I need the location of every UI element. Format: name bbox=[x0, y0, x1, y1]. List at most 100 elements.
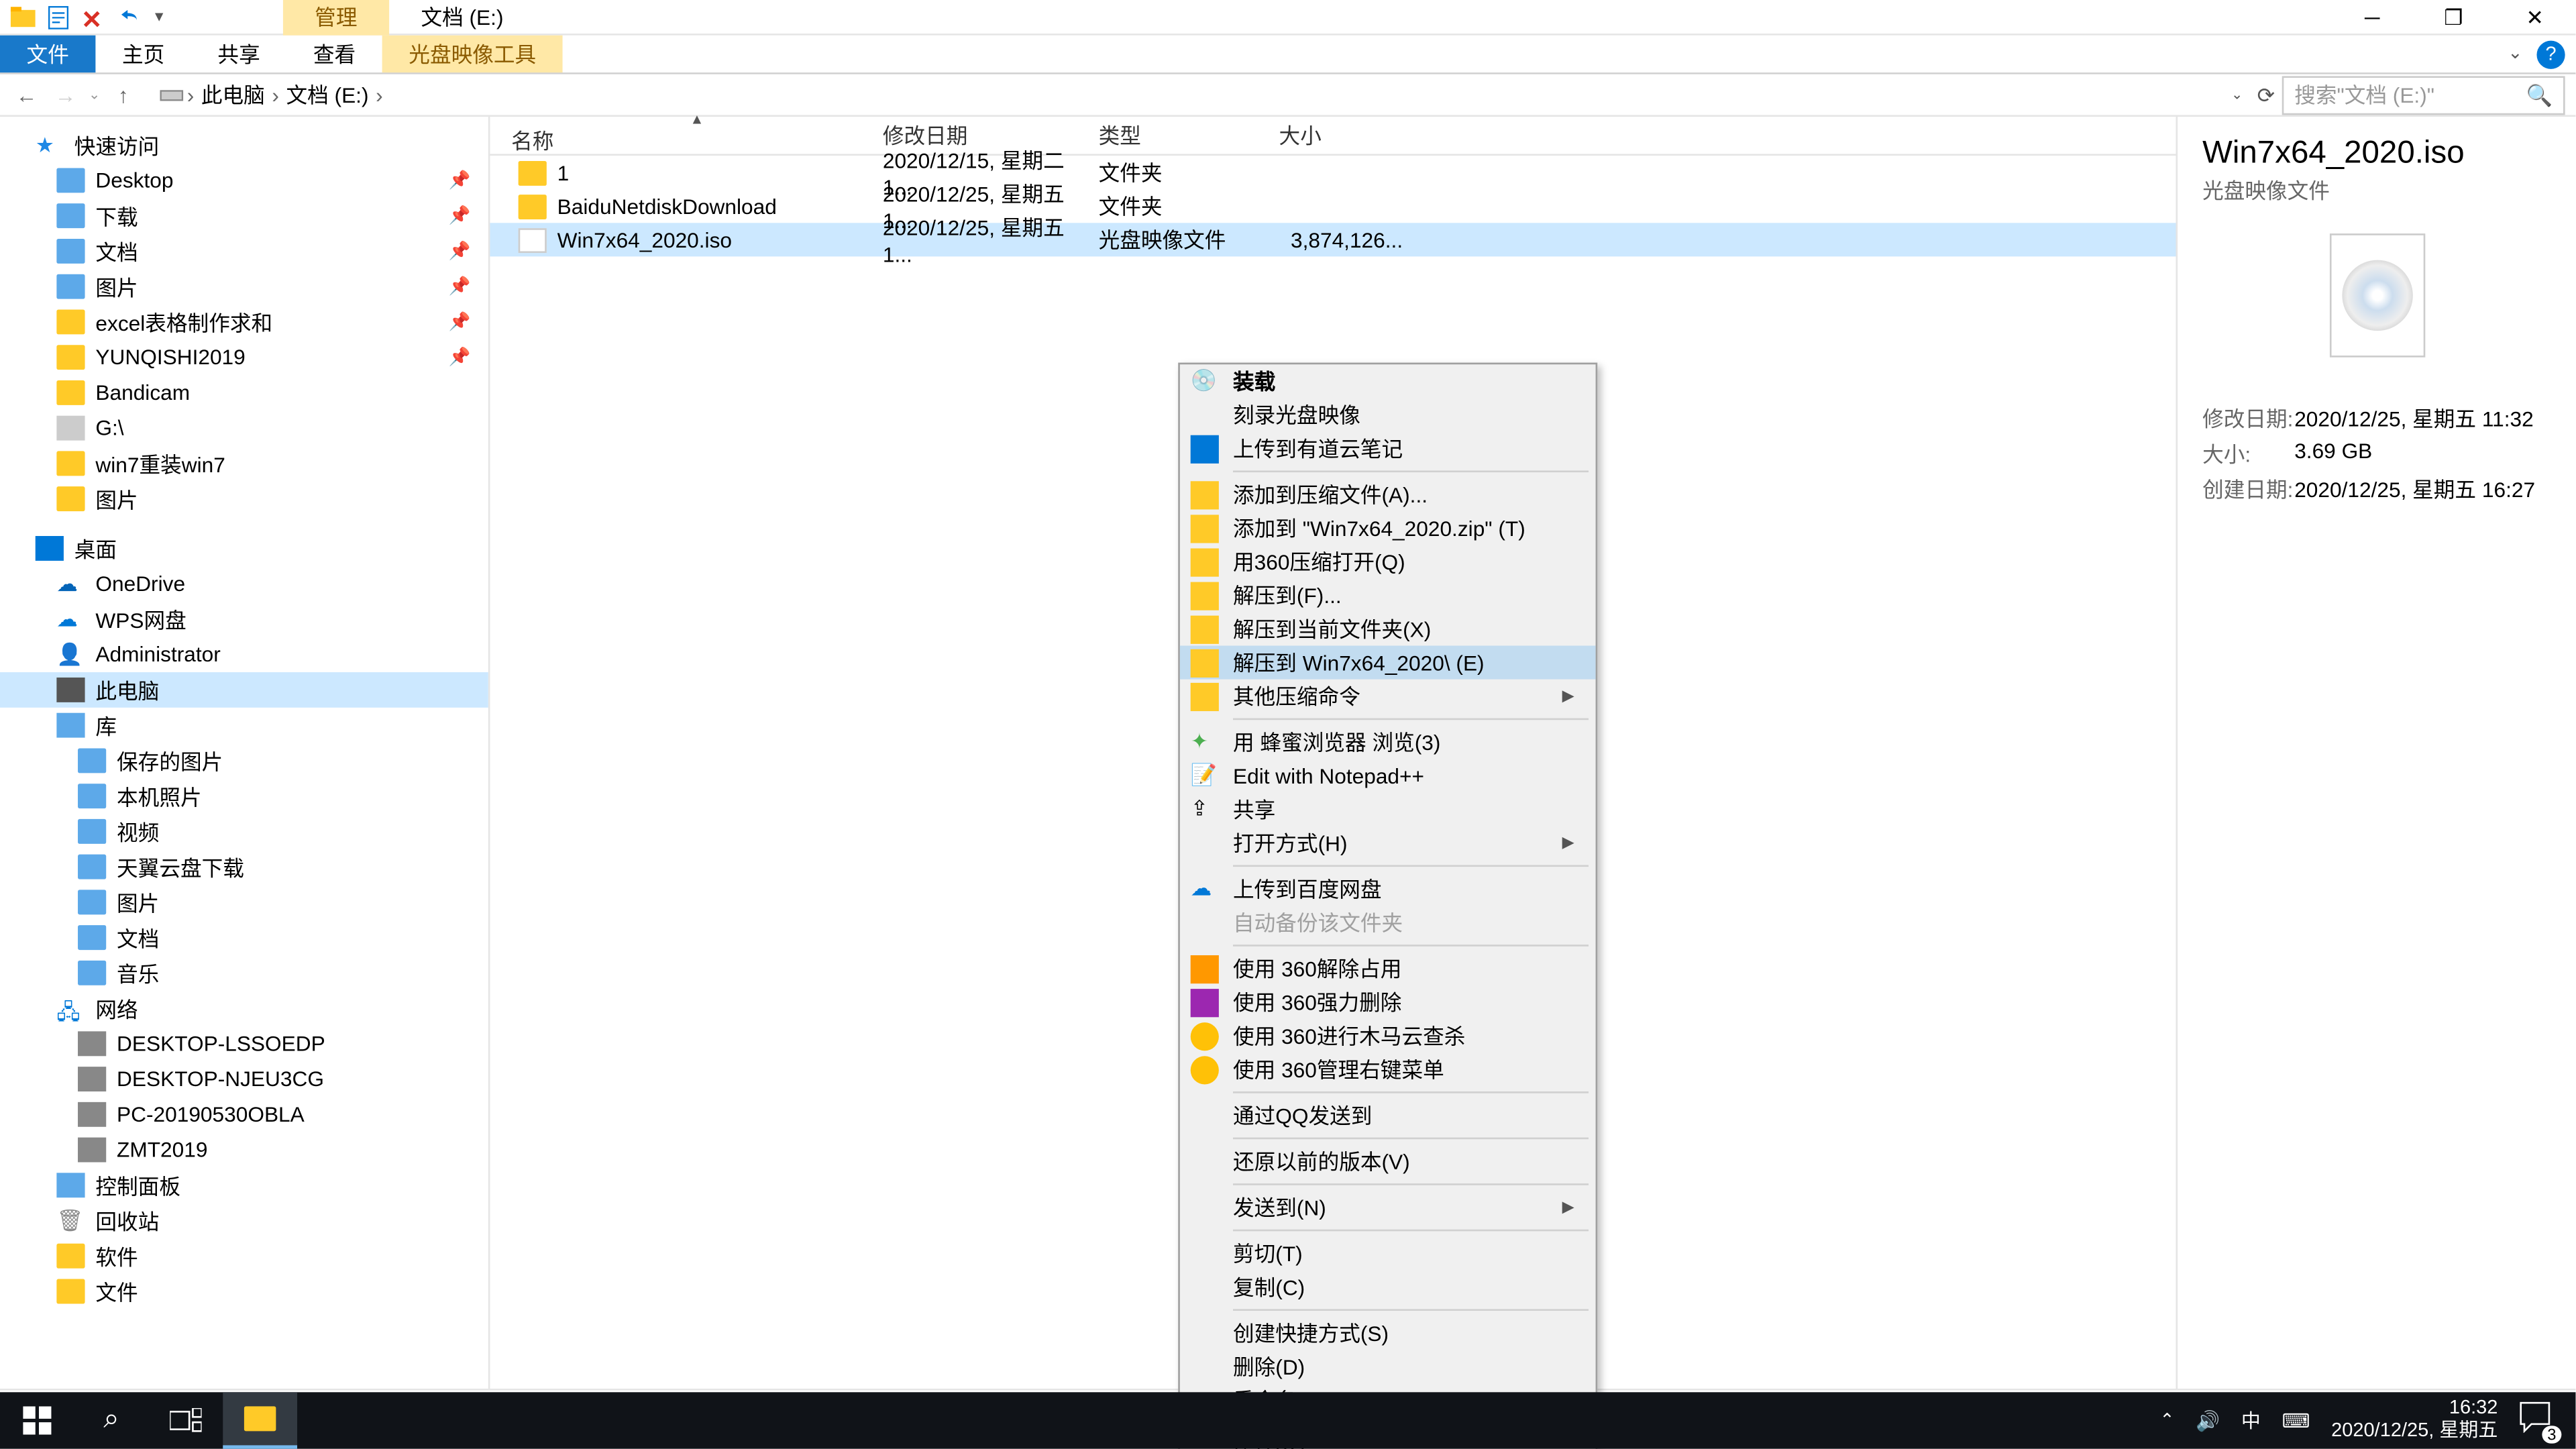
tree-excel[interactable]: excel表格制作求和📌 bbox=[0, 305, 488, 340]
ctx-add-archive[interactable]: 添加到压缩文件(A)... bbox=[1180, 478, 1596, 511]
chevron-right-icon[interactable]: › bbox=[272, 83, 279, 107]
ctx-share[interactable]: ⇪共享 bbox=[1180, 792, 1596, 826]
address-dropdown-icon[interactable]: ⌄ bbox=[2231, 87, 2243, 103]
ctx-360-forcedel[interactable]: 使用 360强力删除 bbox=[1180, 985, 1596, 1019]
ribbon-tab-share[interactable]: 共享 bbox=[191, 36, 286, 72]
tree-software[interactable]: 软件 bbox=[0, 1238, 488, 1274]
tree-pc2[interactable]: DESKTOP-NJEU3CG bbox=[0, 1061, 488, 1097]
properties-icon[interactable] bbox=[46, 5, 71, 30]
ime-indicator[interactable]: 中 bbox=[2241, 1406, 2261, 1434]
maximize-button[interactable]: ❐ bbox=[2413, 0, 2494, 34]
tree-pc3[interactable]: PC-20190530OBLA bbox=[0, 1097, 488, 1132]
ctx-360-unlock[interactable]: 使用 360解除占用 bbox=[1180, 952, 1596, 985]
ctx-copy[interactable]: 复制(C) bbox=[1180, 1270, 1596, 1303]
search-input[interactable]: 搜索"文档 (E:)" 🔍 bbox=[2282, 75, 2565, 114]
tree-thispc[interactable]: 此电脑 bbox=[0, 672, 488, 708]
ctx-open-360zip[interactable]: 用360压缩打开(Q) bbox=[1180, 545, 1596, 578]
tree-yunqishi[interactable]: YUNQISHI2019📌 bbox=[0, 339, 488, 375]
ribbon-expand-icon[interactable]: ⌄ bbox=[2508, 44, 2522, 64]
tree-downloads[interactable]: 下载📌 bbox=[0, 198, 488, 233]
ctx-send-to[interactable]: 发送到(N)▶ bbox=[1180, 1191, 1596, 1224]
ime-icon[interactable]: ⌨ bbox=[2282, 1409, 2310, 1432]
clock[interactable]: 16:32 2020/12/25, 星期五 bbox=[2331, 1397, 2498, 1444]
undo-icon[interactable] bbox=[117, 5, 142, 30]
tree-videos[interactable]: 视频 bbox=[0, 814, 488, 849]
search-button[interactable]: ⌕ bbox=[74, 1392, 149, 1448]
nav-forward-button[interactable]: → bbox=[50, 78, 81, 110]
tree-music[interactable]: 音乐 bbox=[0, 955, 488, 991]
ctx-extract-to[interactable]: 解压到(F)... bbox=[1180, 578, 1596, 612]
contextual-tab-manage[interactable]: 管理 bbox=[283, 0, 389, 36]
ctx-burn[interactable]: 刻录光盘映像 bbox=[1180, 398, 1596, 431]
tree-documents[interactable]: 文档📌 bbox=[0, 233, 488, 269]
tree-camera-roll[interactable]: 本机照片 bbox=[0, 778, 488, 814]
tree-tianyi[interactable]: 天翼云盘下载 bbox=[0, 849, 488, 885]
table-row[interactable]: BaiduNetdiskDownload 2020/12/25, 星期五 1..… bbox=[490, 189, 2176, 223]
tree-saved-pics[interactable]: 保存的图片 bbox=[0, 743, 488, 779]
ctx-shortcut[interactable]: 创建快捷方式(S) bbox=[1180, 1316, 1596, 1350]
ctx-restore-prev[interactable]: 还原以前的版本(V) bbox=[1180, 1144, 1596, 1178]
ctx-extract-here[interactable]: 解压到当前文件夹(X) bbox=[1180, 612, 1596, 645]
tree-gdrive[interactable]: G:\ bbox=[0, 411, 488, 446]
close-button[interactable]: ✕ bbox=[2494, 0, 2575, 34]
help-icon[interactable]: ? bbox=[2536, 40, 2565, 68]
nav-up-button[interactable]: ↑ bbox=[107, 78, 139, 110]
delete-icon[interactable]: ✕ bbox=[81, 5, 106, 30]
ctx-add-zip[interactable]: 添加到 "Win7x64_2020.zip" (T) bbox=[1180, 511, 1596, 545]
tree-pc4[interactable]: ZMT2019 bbox=[0, 1132, 488, 1168]
tree-library[interactable]: 库 bbox=[0, 708, 488, 743]
tree-pictures2[interactable]: 图片 bbox=[0, 481, 488, 517]
crumb-thispc[interactable]: 此电脑 bbox=[198, 80, 269, 110]
tree-network[interactable]: 🖧网络 bbox=[0, 991, 488, 1026]
ribbon-tab-file[interactable]: 文件 bbox=[0, 36, 95, 72]
tree-desktop[interactable]: Desktop📌 bbox=[0, 163, 488, 199]
breadcrumb[interactable]: › 此电脑 › 文档 (E:) › bbox=[146, 75, 2224, 114]
ctx-360-trojan[interactable]: 使用 360进行木马云查杀 bbox=[1180, 1019, 1596, 1053]
nav-recent-dropdown[interactable]: ⌄ bbox=[89, 87, 101, 103]
tree-bandicam[interactable]: Bandicam bbox=[0, 375, 488, 411]
ctx-qq-send[interactable]: 通过QQ发送到 bbox=[1180, 1099, 1596, 1132]
ctx-mount[interactable]: 💿装载 bbox=[1180, 364, 1596, 398]
ctx-extract-named[interactable]: 解压到 Win7x64_2020\ (E) bbox=[1180, 646, 1596, 680]
ctx-other-zip[interactable]: 其他压缩命令▶ bbox=[1180, 680, 1596, 713]
col-header-type[interactable]: 类型 bbox=[1099, 120, 1279, 150]
minimize-button[interactable]: ─ bbox=[2332, 0, 2413, 34]
tree-documents2[interactable]: 文档 bbox=[0, 920, 488, 955]
notification-center[interactable]: 3 bbox=[2519, 1401, 2558, 1440]
ctx-edit-npp[interactable]: 📝Edit with Notepad++ bbox=[1180, 759, 1596, 792]
ctx-cut[interactable]: 剪切(T) bbox=[1180, 1236, 1596, 1270]
refresh-icon[interactable]: ⟳ bbox=[2257, 83, 2275, 107]
table-row[interactable]: 1 2020/12/15, 星期二 1... 文件夹 bbox=[490, 156, 2176, 189]
chevron-right-icon[interactable]: › bbox=[187, 83, 195, 107]
tree-pictures[interactable]: 图片📌 bbox=[0, 269, 488, 305]
chevron-right-icon[interactable]: › bbox=[376, 83, 383, 107]
table-row-selected[interactable]: Win7x64_2020.iso 2020/12/25, 星期五 1... 光盘… bbox=[490, 223, 2176, 256]
ctx-bee-browser[interactable]: ✦用 蜂蜜浏览器 浏览(3) bbox=[1180, 725, 1596, 759]
tree-pc1[interactable]: DESKTOP-LSSOEDP bbox=[0, 1026, 488, 1061]
tree-wps[interactable]: ☁WPS网盘 bbox=[0, 602, 488, 637]
tree-win7reinstall[interactable]: win7重装win7 bbox=[0, 446, 488, 482]
col-header-size[interactable]: 大小 bbox=[1279, 120, 1421, 150]
tree-onedrive[interactable]: ☁OneDrive bbox=[0, 566, 488, 602]
ribbon-tab-view[interactable]: 查看 bbox=[286, 36, 382, 72]
ctx-upload-youdao[interactable]: 上传到有道云笔记 bbox=[1180, 431, 1596, 465]
ctx-360-ctxmgr[interactable]: 使用 360管理右键菜单 bbox=[1180, 1053, 1596, 1086]
tree-controlpanel[interactable]: 控制面板 bbox=[0, 1167, 488, 1203]
tree-quick-access[interactable]: ★快速访问 bbox=[0, 127, 488, 163]
volume-icon[interactable]: 🔊 bbox=[2196, 1409, 2220, 1432]
tray-expand-icon[interactable]: ⌃ bbox=[2159, 1411, 2174, 1430]
taskbar-explorer[interactable] bbox=[223, 1392, 297, 1448]
col-header-name[interactable]: ▲ 名称 bbox=[490, 115, 882, 156]
ribbon-tab-home[interactable]: 主页 bbox=[95, 36, 191, 72]
ribbon-tab-disc-tools[interactable]: 光盘映像工具 bbox=[382, 36, 563, 72]
start-button[interactable] bbox=[0, 1392, 74, 1448]
crumb-drive[interactable]: 文档 (E:) bbox=[282, 80, 372, 110]
nav-back-button[interactable]: ← bbox=[11, 78, 42, 110]
tree-recyclebin[interactable]: 🗑回收站 bbox=[0, 1203, 488, 1238]
task-view-button[interactable] bbox=[149, 1392, 223, 1448]
ctx-open-with[interactable]: 打开方式(H)▶ bbox=[1180, 826, 1596, 859]
qat-dropdown-icon[interactable]: ▼ bbox=[152, 9, 166, 25]
ctx-upload-baidu[interactable]: ☁上传到百度网盘 bbox=[1180, 872, 1596, 906]
ctx-delete[interactable]: 删除(D) bbox=[1180, 1350, 1596, 1383]
tree-pictures3[interactable]: 图片 bbox=[0, 885, 488, 920]
